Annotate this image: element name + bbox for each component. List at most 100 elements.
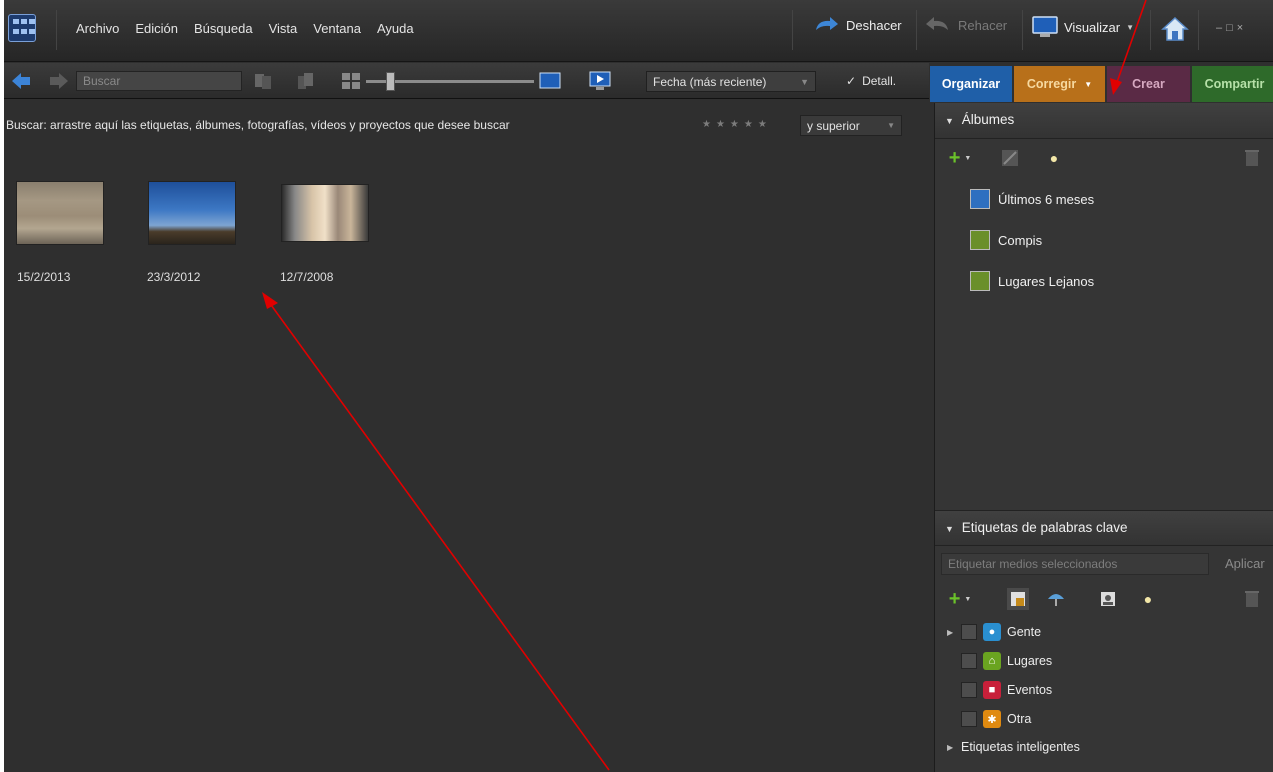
menu-edicion[interactable]: Edición — [135, 21, 178, 36]
arrow-left-icon — [12, 73, 30, 89]
tab-organize[interactable]: Organizar — [930, 66, 1012, 102]
tips-button[interactable]: ● — [1043, 147, 1065, 169]
trash-icon — [1245, 150, 1259, 166]
back-button[interactable] — [10, 71, 32, 91]
album-item[interactable]: Últimos 6 meses — [970, 189, 1094, 209]
keyword-checkbox[interactable] — [961, 624, 977, 640]
home-icon — [1161, 16, 1189, 41]
albums-header[interactable]: ▼ Álbumes — [935, 103, 1273, 139]
window-controls: –□× — [1216, 22, 1247, 34]
rating-filter-select[interactable]: y superior ▼ — [800, 115, 902, 136]
add-album-button[interactable]: + ▼ — [943, 147, 977, 169]
sort-select[interactable]: Fecha (más reciente) ▼ — [646, 71, 816, 92]
redo-label: Rehacer — [958, 17, 1008, 33]
monitor-icon — [1032, 16, 1058, 37]
copy-icon — [255, 74, 271, 89]
chevron-down-icon: ▼ — [887, 121, 895, 130]
triangle-right-icon[interactable]: ▶ — [947, 628, 955, 637]
tips-button[interactable]: ● — [1137, 588, 1159, 610]
keyword-name: Gente — [1007, 625, 1042, 639]
large-thumb-button[interactable] — [538, 71, 562, 91]
view-button[interactable]: Visualizar ▼ — [1032, 16, 1134, 38]
details-checkbox[interactable]: ✓ Detall. — [846, 74, 896, 88]
slider-handle[interactable] — [386, 72, 395, 91]
keyword-category[interactable]: ■ Eventos — [947, 681, 1052, 699]
menu-vista[interactable]: Vista — [269, 21, 298, 36]
undo-label: Deshacer — [846, 17, 902, 33]
delete-keyword-button[interactable] — [1241, 588, 1263, 610]
smart-tags-label: Etiquetas inteligentes — [961, 740, 1080, 754]
chevron-down-icon: ▼ — [964, 595, 972, 603]
umbrella-icon — [1048, 594, 1064, 606]
menubar: Archivo Edición Búsqueda Vista Ventana A… — [4, 0, 1273, 62]
home-button[interactable] — [1160, 14, 1190, 44]
photo-thumbnail[interactable] — [148, 181, 236, 245]
tab-create[interactable]: Crear — [1107, 66, 1190, 102]
search-input[interactable]: Buscar — [76, 71, 242, 91]
menu-busqueda[interactable]: Búsqueda — [194, 21, 253, 36]
menu-ayuda[interactable]: Ayuda — [377, 21, 414, 36]
keywords-toolbar: + ▼ ● — [935, 582, 1273, 616]
menu-ventana[interactable]: Ventana — [313, 21, 361, 36]
keywords-header[interactable]: ▼ Etiquetas de palabras clave — [935, 510, 1273, 546]
album-item[interactable]: Compis — [970, 230, 1042, 250]
slideshow-icon — [589, 71, 611, 90]
add-keyword-button[interactable]: + ▼ — [943, 588, 977, 610]
stack-button[interactable] — [294, 71, 316, 91]
maximize-icon[interactable]: □ — [1226, 22, 1237, 34]
tab-fix[interactable]: Corregir ▼ — [1014, 66, 1105, 102]
app-logo-icon[interactable] — [8, 14, 36, 42]
keyword-category[interactable]: ▶ ● Gente — [947, 623, 1041, 641]
trash-icon — [1245, 591, 1259, 607]
forward-button[interactable] — [48, 71, 70, 91]
events-icon: ■ — [983, 681, 1001, 699]
minimize-icon[interactable]: – — [1216, 22, 1226, 34]
triangle-down-icon: ▼ — [945, 524, 954, 534]
tab-fix-label: Corregir — [1026, 77, 1077, 91]
tab-share[interactable]: Compartir — [1192, 66, 1273, 102]
redo-button[interactable]: Rehacer — [926, 16, 1007, 34]
edit-icon — [1002, 150, 1018, 166]
keyword-checkbox[interactable] — [961, 711, 977, 727]
view-label: Visualizar — [1064, 19, 1121, 35]
apply-button[interactable]: Aplicar — [1225, 556, 1265, 571]
triangle-down-icon: ▼ — [945, 116, 954, 126]
menu-archivo[interactable]: Archivo — [76, 21, 119, 36]
grid-view-button[interactable] — [340, 71, 362, 91]
details-label: Detall. — [862, 74, 897, 88]
arrow-right-icon — [50, 73, 68, 89]
rating-stars[interactable]: ★★★★★ — [702, 119, 772, 130]
keyword-category[interactable]: ✱ Otra — [947, 710, 1031, 728]
rating-filter-label: y superior — [807, 119, 860, 133]
person-icon: ● — [983, 623, 1001, 641]
album-item[interactable]: Lugares Lejanos — [970, 271, 1094, 291]
keyword-checkbox[interactable] — [961, 653, 977, 669]
people-recognition-button[interactable] — [1097, 588, 1119, 610]
photo-thumbnail[interactable] — [281, 184, 369, 242]
keyword-input[interactable]: Etiquetar medios seleccionados — [941, 553, 1209, 575]
side-panel: ▼ Álbumes + ▼ ● Últimos 6 meses Compis L… — [934, 103, 1273, 772]
close-icon[interactable]: × — [1237, 22, 1247, 34]
triangle-right-icon[interactable]: ▶ — [947, 743, 955, 752]
smart-tags-item[interactable]: ▶ Etiquetas inteligentes — [947, 740, 1080, 754]
undo-button[interactable]: Deshacer — [812, 16, 902, 34]
edit-album-button[interactable] — [999, 147, 1021, 169]
divider — [1022, 10, 1023, 50]
chevron-down-icon: ▼ — [964, 154, 972, 162]
import-keyword-button[interactable] — [1045, 588, 1067, 610]
keyword-category[interactable]: ⌂ Lugares — [947, 652, 1052, 670]
divider — [916, 10, 917, 50]
photo-date: 23/3/2012 — [147, 270, 201, 284]
lightbulb-icon: ● — [1049, 150, 1059, 166]
filmstrip-button[interactable] — [252, 71, 274, 91]
albums-title: Álbumes — [961, 112, 1015, 127]
photo-thumbnail[interactable] — [16, 181, 104, 245]
keyword-checkbox[interactable] — [961, 682, 977, 698]
albums-toolbar: + ▼ ● — [935, 141, 1273, 175]
checkmark-icon: ✓ — [846, 74, 857, 88]
edit-keyword-button[interactable] — [1007, 588, 1029, 610]
slideshow-button[interactable] — [588, 71, 612, 91]
keywords-title: Etiquetas de palabras clave — [961, 520, 1128, 535]
divider — [1198, 10, 1199, 50]
delete-album-button[interactable] — [1241, 147, 1263, 169]
